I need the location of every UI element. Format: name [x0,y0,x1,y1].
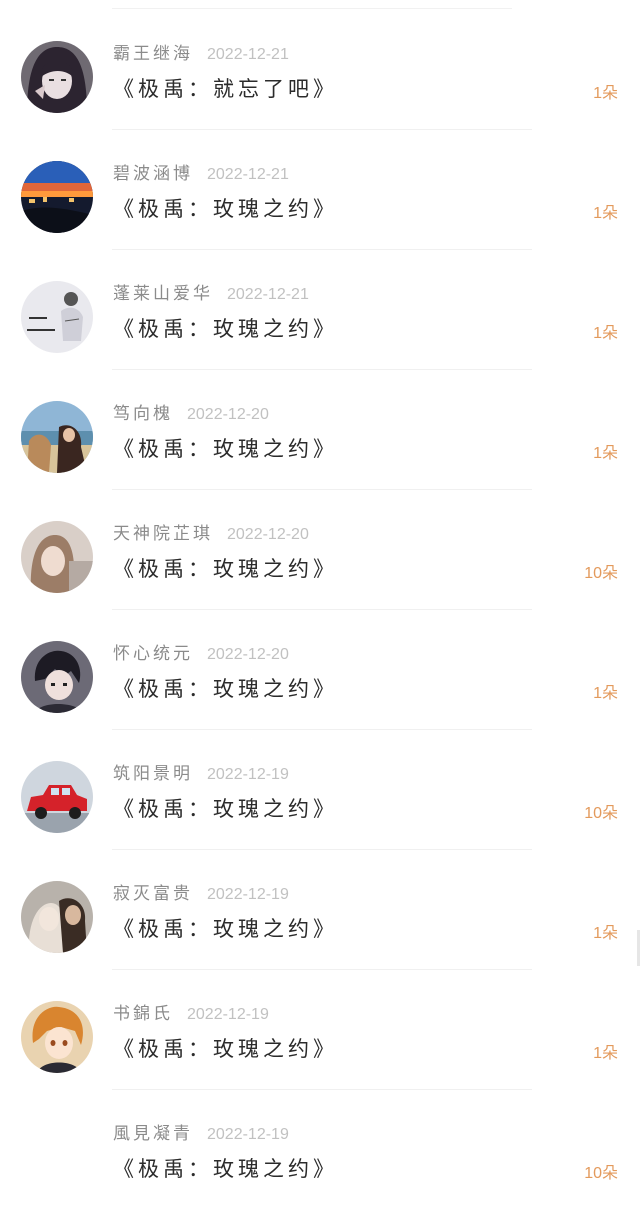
list-item[interactable]: 碧波涵博 2022-12-21 《极禹：玫瑰之约》 1朵 [0,130,640,250]
user-name[interactable]: 蓬莱山爱华 [113,284,213,304]
comment-meta: 筑阳景明 2022-12-19 [113,762,289,786]
list-item[interactable]: 霸王继海 2022-12-21 《极禹：就忘了吧》 1朵 [0,10,640,130]
work-title[interactable]: 《极禹：玫瑰之约》 [113,432,338,466]
list-divider [112,8,512,9]
work-title[interactable]: 《极禹：玫瑰之约》 [113,792,338,826]
comment-meta: 寂灭富贵 2022-12-19 [113,882,289,906]
comment-meta: 笃向槐 2022-12-20 [113,402,269,426]
flower-count: 10朵 [584,565,618,582]
beach-girl-avatar-icon [21,401,93,473]
avatar[interactable] [21,761,93,833]
user-name[interactable]: 霸王继海 [113,44,193,64]
user-name[interactable]: 寂灭富贵 [113,884,193,904]
work-title[interactable]: 《极禹：玫瑰之约》 [113,912,338,946]
comment-meta: 天神院芷琪 2022-12-20 [113,522,309,546]
user-name[interactable]: 天神院芷琪 [113,524,213,544]
flower-count: 10朵 [584,1165,618,1182]
avatar[interactable] [21,1001,93,1073]
flower-count: 1朵 [593,205,618,222]
user-name[interactable]: 书錦氏 [113,1004,173,1024]
comment-date: 2022-12-19 [207,886,289,903]
red-car-avatar-icon [21,761,93,833]
anime-boy-avatar-icon [21,641,93,713]
work-title[interactable]: 《极禹：玫瑰之约》 [113,192,338,226]
work-title[interactable]: 《极禹：玫瑰之约》 [113,312,338,346]
comment-date: 2022-12-19 [187,1006,269,1023]
anime-redhead-avatar-icon [21,1001,93,1073]
couple-photo-avatar-icon [21,881,93,953]
comment-meta: 怀心统元 2022-12-20 [113,642,289,666]
comment-date: 2022-12-20 [207,646,289,663]
list-item[interactable]: 寂灭富贵 2022-12-19 《极禹：玫瑰之约》 1朵 [0,850,640,970]
sketch-avatar-icon [21,281,93,353]
list-item[interactable]: 书錦氏 2022-12-19 《极禹：玫瑰之约》 1朵 [0,970,640,1090]
list-item[interactable]: 笃向槐 2022-12-20 《极禹：玫瑰之约》 1朵 [0,370,640,490]
work-title[interactable]: 《极禹：玫瑰之约》 [113,1152,338,1186]
comment-date: 2022-12-20 [227,526,309,543]
flower-count: 1朵 [593,925,618,942]
comment-date: 2022-12-20 [187,406,269,423]
flower-count: 1朵 [593,1045,618,1062]
work-title[interactable]: 《极禹：玫瑰之约》 [113,672,338,706]
list-item[interactable]: 筑阳景明 2022-12-19 《极禹：玫瑰之约》 10朵 [0,730,640,850]
flower-count: 10朵 [584,805,618,822]
comment-meta: 蓬莱山爱华 2022-12-21 [113,282,309,306]
comment-meta: 碧波涵博 2022-12-21 [113,162,289,186]
user-name[interactable]: 筑阳景明 [113,764,193,784]
avatar[interactable] [21,881,93,953]
list-item[interactable]: 蓬莱山爱华 2022-12-21 《极禹：玫瑰之约》 1朵 [0,250,640,370]
comment-meta: 书錦氏 2022-12-19 [113,1002,269,1026]
comment-date: 2022-12-21 [207,166,289,183]
work-title[interactable]: 《极禹：玫瑰之约》 [113,1032,338,1066]
flower-count: 1朵 [593,685,618,702]
avatar[interactable] [21,161,93,233]
flower-count: 1朵 [593,445,618,462]
avatar[interactable] [21,401,93,473]
list-item[interactable]: 風見凝青 2022-12-19 《极禹：玫瑰之约》 10朵 [0,1090,640,1210]
avatar[interactable] [21,641,93,713]
list-item[interactable]: 天神院芷琪 2022-12-20 《极禹：玫瑰之约》 10朵 [0,490,640,610]
comment-date: 2022-12-21 [207,46,289,63]
comment-date: 2022-12-21 [227,286,309,303]
work-title[interactable]: 《极禹：就忘了吧》 [113,72,338,106]
user-name[interactable]: 怀心统元 [113,644,193,664]
user-name[interactable]: 笃向槐 [113,404,173,424]
comment-meta: 風見凝青 2022-12-19 [113,1122,289,1146]
comment-date: 2022-12-19 [207,766,289,783]
blurred-girl-avatar-icon [21,521,93,593]
night-city-avatar-icon [21,161,93,233]
flower-count: 1朵 [593,325,618,342]
work-title[interactable]: 《极禹：玫瑰之约》 [113,552,338,586]
comment-meta: 霸王继海 2022-12-21 [113,42,289,66]
gift-comment-list: 霸王继海 2022-12-21 《极禹：就忘了吧》 1朵 碧波涵博 2022-12-… [0,0,640,1203]
avatar[interactable] [21,41,93,113]
list-item[interactable]: 怀心统元 2022-12-20 《极禹：玫瑰之约》 1朵 [0,610,640,730]
avatar[interactable] [21,281,93,353]
avatar[interactable] [21,521,93,593]
comment-date: 2022-12-19 [207,1126,289,1143]
anime-girl-avatar-icon [21,41,93,113]
user-name[interactable]: 碧波涵博 [113,164,193,184]
flower-count: 1朵 [593,85,618,102]
user-name[interactable]: 風見凝青 [113,1124,193,1144]
